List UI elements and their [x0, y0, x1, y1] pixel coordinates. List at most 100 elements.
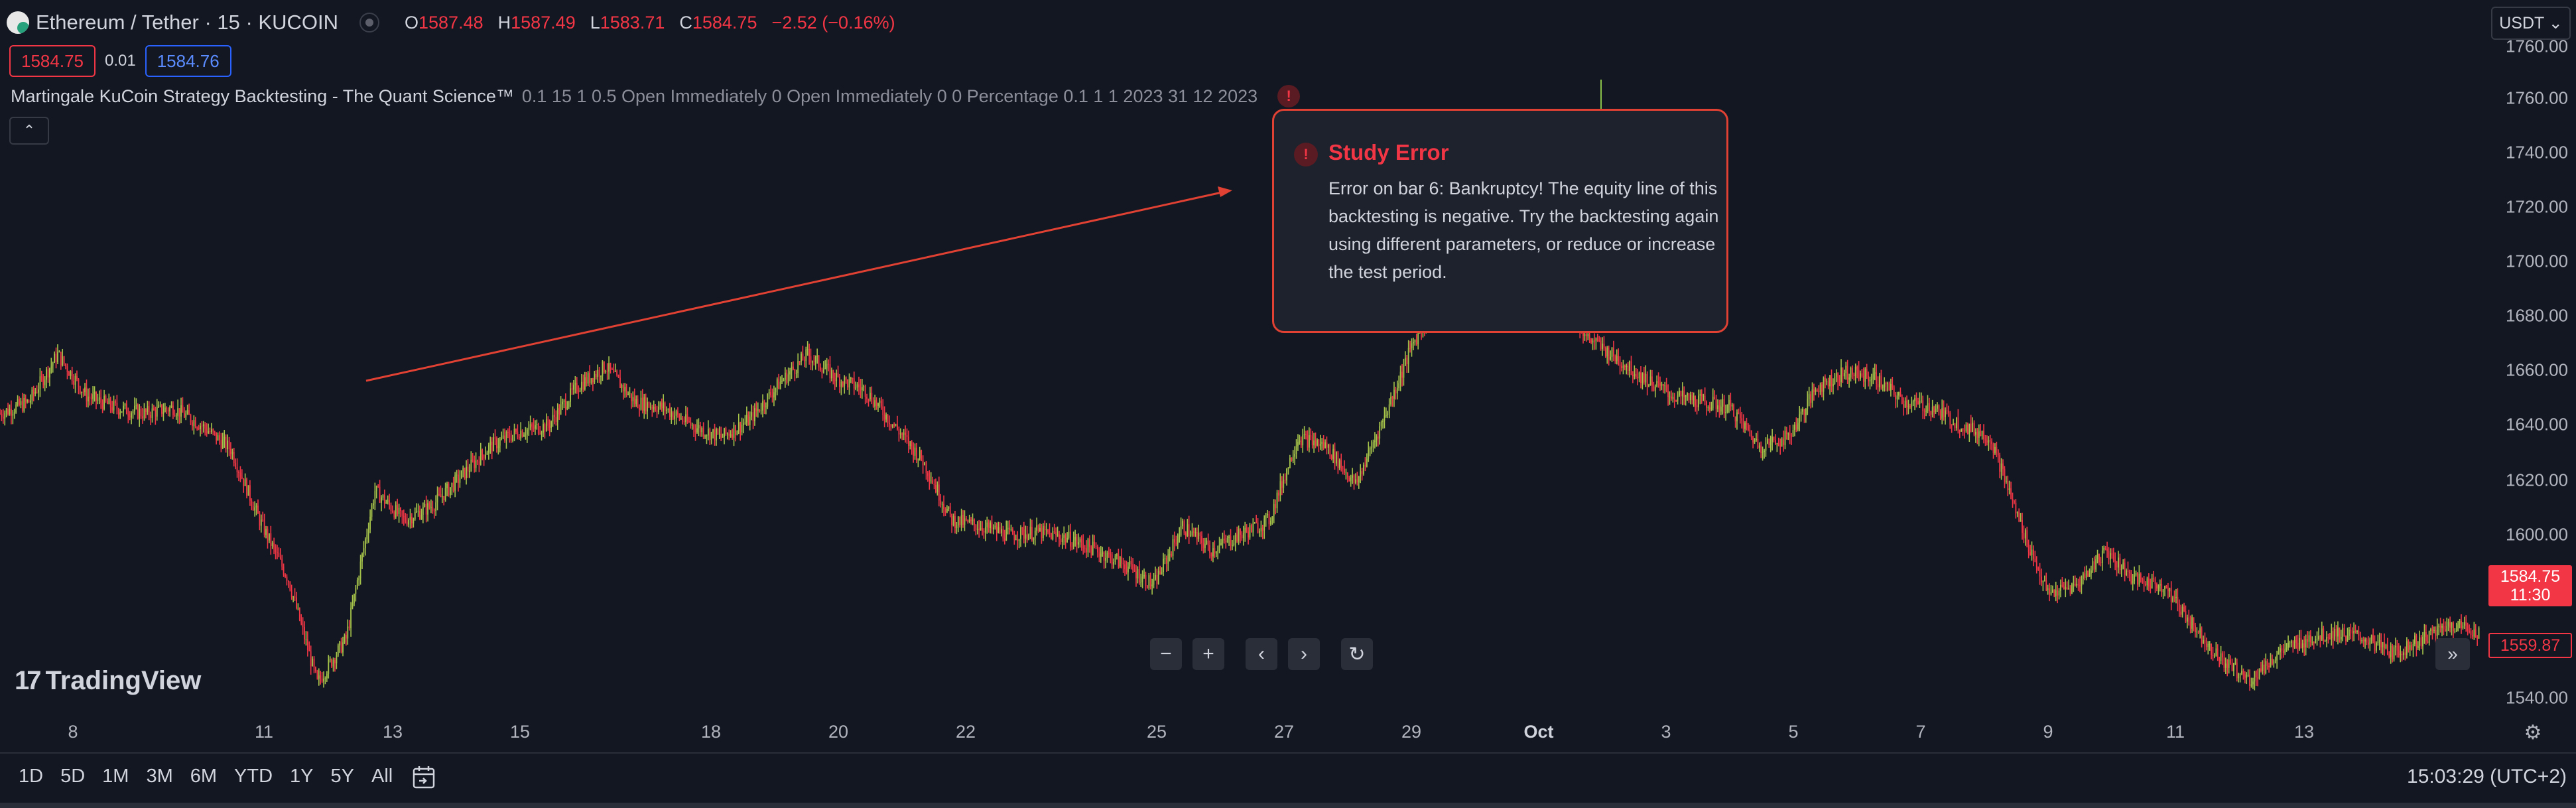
- candle-body: [2353, 631, 2355, 634]
- candle-body: [556, 408, 558, 423]
- sell-button[interactable]: 1584.75: [9, 45, 96, 77]
- candle-body: [1619, 364, 1621, 366]
- candle-body: [1082, 543, 1084, 548]
- reset-chart-button[interactable]: ↻: [1341, 638, 1373, 670]
- candle-body: [1303, 434, 1305, 436]
- time-label: 25: [1146, 722, 1167, 742]
- spread-value: 0.01: [104, 52, 136, 70]
- candle-body: [738, 422, 740, 431]
- range-all-button[interactable]: All: [371, 766, 393, 787]
- candle-body: [1664, 385, 1666, 387]
- candle-body: [2347, 636, 2349, 641]
- candle-body: [1201, 536, 1202, 544]
- candle-body: [1823, 377, 1825, 392]
- range-1y-button[interactable]: 1Y: [290, 766, 313, 787]
- candle-body: [1037, 525, 1039, 531]
- candle-body: [57, 352, 58, 362]
- candle-body: [2367, 642, 2369, 645]
- study-error-popup: ! Study Error Error on bar 6: Bankruptcy…: [1272, 109, 1728, 333]
- range-ytd-button[interactable]: YTD: [234, 766, 273, 787]
- candle-body: [2, 417, 4, 419]
- range-1d-button[interactable]: 1D: [19, 766, 43, 787]
- candle-body: [513, 429, 515, 435]
- study-error-icon[interactable]: !: [1277, 85, 1301, 107]
- range-6m-button[interactable]: 6M: [190, 766, 217, 787]
- tradingview-logo[interactable]: 17 TradingView: [15, 666, 201, 696]
- candle-body: [185, 413, 187, 418]
- candle-body: [2420, 637, 2422, 647]
- zoom-out-button[interactable]: −: [1150, 638, 1182, 670]
- candle-body: [754, 408, 755, 421]
- high-label: H: [497, 12, 511, 33]
- candle-body: [1680, 391, 1682, 397]
- candle-body: [1080, 539, 1082, 543]
- candle-body: [2167, 588, 2169, 592]
- candle-body: [2250, 684, 2252, 686]
- price-chart[interactable]: [0, 0, 2486, 750]
- candle-body: [177, 408, 179, 416]
- collapse-legend-button[interactable]: ⌃: [9, 117, 49, 145]
- candle-body: [20, 401, 22, 405]
- candle-body: [1167, 554, 1169, 564]
- candle-body: [913, 446, 915, 456]
- time-label: 27: [1273, 722, 1295, 742]
- candle-body: [419, 511, 420, 519]
- candle-body: [1747, 425, 1749, 431]
- candle-body: [108, 398, 110, 404]
- candle-body: [1110, 553, 1112, 555]
- range-5y-button[interactable]: 5Y: [331, 766, 354, 787]
- candle-body: [776, 379, 778, 389]
- candle-body: [2417, 645, 2419, 648]
- buy-button[interactable]: 1584.76: [145, 45, 231, 77]
- candle-body: [1279, 481, 1281, 496]
- candle-body: [2186, 617, 2188, 622]
- symbol-title[interactable]: Ethereum / Tether · 15 · KUCOIN: [36, 11, 338, 34]
- candle-body: [2058, 590, 2060, 596]
- range-5d-button[interactable]: 5D: [60, 766, 85, 787]
- candle-body: [400, 507, 401, 511]
- market-status-icon[interactable]: [359, 13, 379, 33]
- candle-body: [1039, 527, 1041, 531]
- scroll-left-button[interactable]: ‹: [1246, 638, 1277, 670]
- candle-body: [2262, 664, 2264, 671]
- zoom-in-button[interactable]: +: [1192, 638, 1224, 670]
- candle-body: [586, 377, 588, 384]
- candle-body: [1703, 395, 1705, 397]
- study-name[interactable]: Martingale KuCoin Strategy Backtesting -…: [11, 86, 514, 107]
- trend-arrow[interactable]: [365, 186, 1232, 382]
- candle-body: [952, 516, 954, 525]
- candle-body: [2246, 675, 2248, 678]
- range-3m-button[interactable]: 3M: [146, 766, 172, 787]
- candle-body: [2037, 567, 2039, 570]
- scroll-to-realtime-button[interactable]: »: [2435, 638, 2470, 670]
- currency-select-button[interactable]: USDT ⌄: [2491, 7, 2571, 40]
- candle-body: [395, 505, 397, 517]
- open-label: O: [404, 12, 419, 33]
- range-1m-button[interactable]: 1M: [102, 766, 129, 787]
- candle-body: [2191, 617, 2193, 629]
- candle-body: [1318, 439, 1320, 446]
- candle-body: [127, 414, 129, 416]
- candle-body: [759, 409, 761, 411]
- time-scale[interactable]: 8 11 13 15 18 20 22 25 27 29 Oct 3 5 7 9…: [0, 708, 2486, 756]
- candle-body: [677, 411, 678, 415]
- scroll-right-button[interactable]: ›: [1288, 638, 1320, 670]
- go-to-date-calendar-icon[interactable]: [410, 763, 439, 792]
- candle-body: [768, 391, 770, 394]
- study-legend[interactable]: Martingale KuCoin Strategy Backtesting -…: [11, 85, 1301, 107]
- candle-body: [1395, 389, 1397, 393]
- clock-timezone[interactable]: 15:03:29 (UTC+2): [2407, 766, 2567, 788]
- candle-body: [1937, 405, 1938, 409]
- candle-body: [1226, 538, 1228, 543]
- candle-body: [1414, 340, 1416, 342]
- candle-body: [786, 372, 788, 383]
- candle-body: [228, 440, 230, 449]
- candle-body: [300, 620, 302, 624]
- high-value: 1587.49: [511, 12, 576, 33]
- candle-body: [597, 370, 599, 377]
- candle-body: [493, 437, 495, 452]
- candle-body: [217, 435, 219, 441]
- chart-settings-gear-icon[interactable]: ⚙: [2522, 722, 2544, 744]
- candle-body: [1105, 557, 1106, 561]
- candle-body: [1708, 407, 1710, 410]
